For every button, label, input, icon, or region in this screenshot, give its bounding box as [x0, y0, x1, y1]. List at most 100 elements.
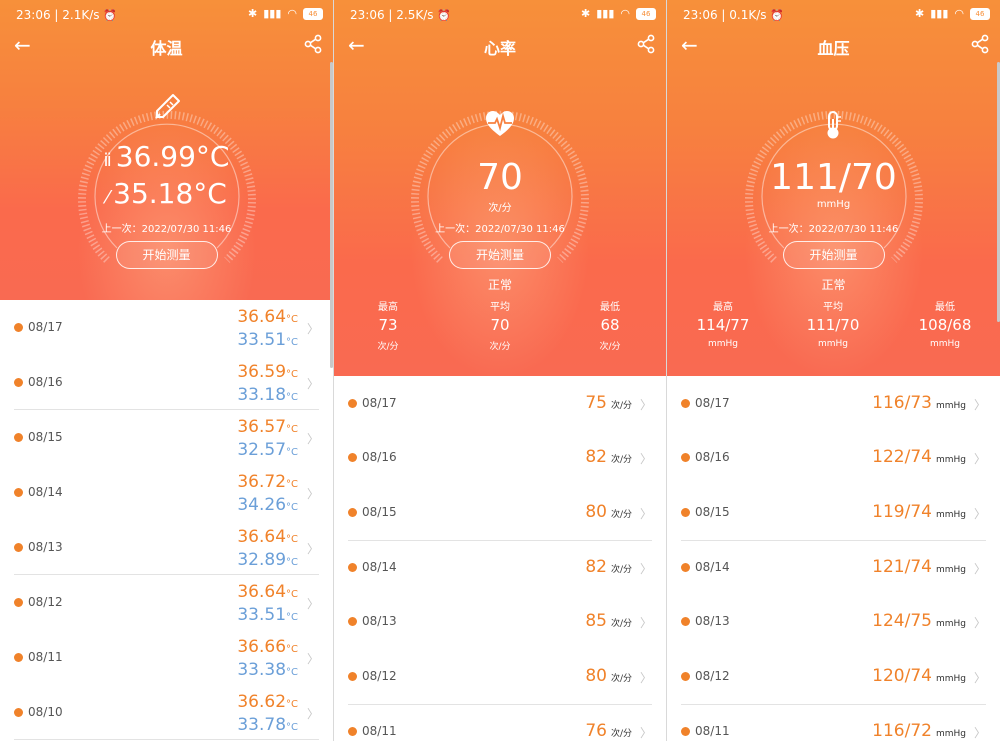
status-dot-icon: [14, 433, 23, 442]
row-value-primary: 36.57: [237, 417, 287, 437]
list-item[interactable]: 08/11 116/72 mmHg 〉: [667, 704, 1000, 741]
chevron-right-icon: 〉: [639, 398, 652, 412]
share-icon[interactable]: [636, 34, 656, 54]
stat-unit: mmHg: [707, 339, 738, 349]
list-item[interactable]: 08/17 36.64°C 33.51°C 〉: [0, 300, 333, 354]
blood-pressure-screen: 23:06 | 0.1K/s ⏰ ✱ ▮▮▮ ◠ 46 ← 血压 111/70 …: [667, 0, 1000, 741]
list-item[interactable]: 08/17 75 次/分 〉: [334, 376, 666, 430]
stat-unit: mmHg: [929, 339, 960, 349]
chevron-right-icon: 〉: [306, 542, 319, 556]
list-item[interactable]: 08/17 116/73 mmHg 〉: [667, 376, 1000, 430]
row-unit: mmHg: [935, 619, 966, 629]
row-date: 08/15: [695, 505, 730, 519]
hero-header: 23:06 | 2.5K/s ⏰ ✱ ▮▮▮ ◠ 46 ← 心率 70 次/分 …: [334, 0, 666, 376]
share-icon[interactable]: [970, 34, 990, 54]
status-dot-icon: [681, 563, 690, 572]
row-date: 08/11: [28, 650, 63, 664]
status-dot-icon: [14, 323, 23, 332]
battery-icon: 46: [970, 7, 990, 20]
chevron-right-icon: 〉: [306, 487, 319, 501]
stat-unit: 次/分: [377, 342, 399, 352]
list-item[interactable]: 08/16 122/74 mmHg 〉: [667, 430, 1000, 484]
row-unit: °C: [286, 314, 298, 325]
list-item[interactable]: 08/12 120/74 mmHg 〉: [667, 649, 1000, 703]
row-unit: °C: [286, 424, 298, 435]
row-value-primary: 36.62: [237, 692, 287, 712]
row-value-secondary: 33.51: [237, 330, 287, 350]
list-item[interactable]: 08/15 36.57°C 32.57°C 〉: [0, 410, 333, 464]
row-date: 08/17: [695, 396, 730, 410]
stat-unit: 次/分: [489, 342, 511, 352]
row-value: 120/74: [872, 666, 932, 686]
status-bar: 23:06 | 0.1K/s ⏰ ✱ ▮▮▮ ◠ 46: [667, 6, 1000, 26]
row-date: 08/14: [362, 560, 397, 574]
hero-header: 23:06 | 0.1K/s ⏰ ✱ ▮▮▮ ◠ 46 ← 血压 111/70 …: [667, 0, 1000, 376]
row-value-secondary: 33.78: [237, 715, 287, 735]
row-date: 08/13: [362, 614, 397, 628]
thermometer-bulb-icon: [827, 111, 841, 139]
body-temp-icon: ⅱ: [103, 150, 112, 171]
row-value: 122/74: [872, 447, 932, 467]
row-date: 08/16: [28, 375, 63, 389]
status-network-speed: 0.1K/s: [729, 8, 767, 22]
blood-pressure-unit: mmHg: [816, 199, 851, 210]
list-item[interactable]: 08/13 85 次/分 〉: [334, 594, 666, 648]
start-measure-button[interactable]: 开始测量: [782, 241, 885, 269]
wifi-icon: ◠: [620, 7, 630, 20]
row-value: 76: [585, 721, 607, 741]
wifi-icon: ◠: [954, 7, 964, 20]
row-unit: mmHg: [935, 455, 966, 465]
row-date: 08/12: [362, 669, 397, 683]
status-dot-icon: [14, 598, 23, 607]
last-measure-time: 上一次：2022/07/30 11:46: [768, 224, 899, 235]
chevron-right-icon: 〉: [973, 671, 986, 685]
chevron-right-icon: 〉: [639, 452, 652, 466]
start-measure-button[interactable]: 开始测量: [115, 241, 218, 269]
row-date: 08/14: [695, 560, 730, 574]
chevron-right-icon: 〉: [639, 726, 652, 740]
row-date: 08/10: [28, 705, 63, 719]
share-icon[interactable]: [303, 34, 323, 54]
list-item[interactable]: 08/12 36.64°C 33.51°C 〉: [0, 575, 333, 629]
row-date: 08/12: [28, 595, 63, 609]
row-value-secondary: 33.18: [237, 385, 287, 405]
list-item[interactable]: 08/16 36.59°C 33.18°C 〉: [0, 355, 333, 409]
row-value: 121/74: [872, 557, 932, 577]
row-unit: mmHg: [935, 565, 966, 575]
list-item[interactable]: 08/14 36.72°C 34.26°C 〉: [0, 465, 333, 519]
row-unit: °C: [286, 337, 298, 348]
last-measure-time: 上一次：2022/07/30 11:46: [101, 224, 232, 235]
row-value: 80: [585, 502, 607, 522]
list-item[interactable]: 08/11 36.66°C 33.38°C 〉: [0, 630, 333, 684]
list-item[interactable]: 08/12 80 次/分 〉: [334, 649, 666, 703]
list-item[interactable]: 08/16 82 次/分 〉: [334, 430, 666, 484]
status-time: 23:06: [683, 8, 718, 22]
stat-label: 最高: [713, 302, 733, 313]
chevron-right-icon: 〉: [639, 507, 652, 521]
row-unit: 次/分: [610, 565, 632, 575]
row-value: 124/75: [872, 611, 932, 631]
row-value-secondary: 33.51: [237, 605, 287, 625]
status-dot-icon: [348, 727, 357, 736]
hero-header: 23:06 | 2.1K/s ⏰ ✱ ▮▮▮ ◠ 46 ← 体温 ⅱ 36.99…: [0, 0, 333, 300]
alarm-icon: ⏰: [770, 9, 785, 22]
list-item[interactable]: 08/15 80 次/分 〉: [334, 485, 666, 539]
list-item[interactable]: 08/14 121/74 mmHg 〉: [667, 540, 1000, 594]
list-item[interactable]: 08/13 124/75 mmHg 〉: [667, 594, 1000, 648]
row-date: 08/11: [362, 724, 397, 738]
row-date: 08/17: [362, 396, 397, 410]
status-bar: 23:06 | 2.5K/s ⏰ ✱ ▮▮▮ ◠ 46: [334, 6, 666, 26]
chevron-right-icon: 〉: [306, 707, 319, 721]
list-item[interactable]: 08/11 76 次/分 〉: [334, 704, 666, 741]
row-date: 08/11: [695, 724, 730, 738]
temperature-reading-2: ⁄ 35.18°C: [106, 177, 227, 210]
signal-icon: ▮▮▮: [930, 7, 949, 20]
list-item[interactable]: 08/15 119/74 mmHg 〉: [667, 485, 1000, 539]
status-dot-icon: [14, 378, 23, 387]
bluetooth-icon: ✱: [248, 7, 258, 20]
list-item[interactable]: 08/14 82 次/分 〉: [334, 540, 666, 594]
start-measure-button[interactable]: 开始测量: [449, 241, 551, 269]
status-dot-icon: [14, 543, 23, 552]
list-item[interactable]: 08/13 36.64°C 32.89°C 〉: [0, 520, 333, 574]
list-item[interactable]: 08/10 36.62°C 33.78°C 〉: [0, 685, 333, 739]
